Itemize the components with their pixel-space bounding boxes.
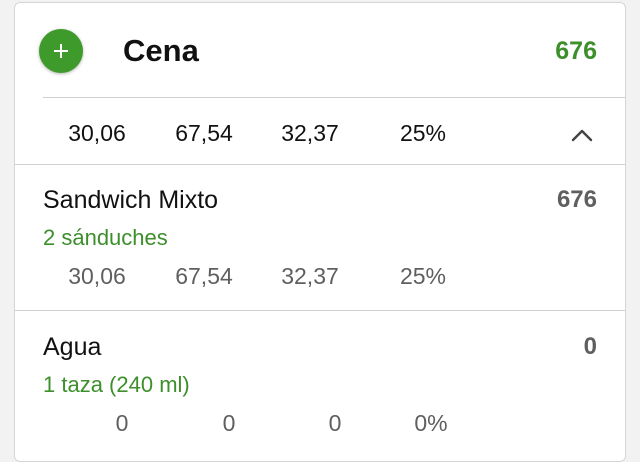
chevron-up-icon [571,129,593,142]
food-item-agua[interactable]: Agua 0 1 taza (240 ml) 0 0 0 0% [15,316,625,461]
food-macro-value: 25% [399,263,447,289]
food-calories: 0 [583,333,597,360]
add-food-button[interactable] [39,29,83,73]
food-calories: 676 [556,186,597,213]
meal-macro-value: 25% [399,120,447,146]
food-serving: 1 taza (240 ml) [43,372,190,397]
meal-macro-value: 67,54 [175,120,233,146]
food-macro-value: 0% [414,410,448,436]
food-macro-value: 30,06 [68,263,126,289]
food-macro-value: 32,37 [281,263,339,289]
meal-total-calories: 676 [555,37,597,65]
divider [15,310,625,311]
meal-macro-summary[interactable]: 30,06 67,54 32,37 25% [15,98,625,164]
food-name: Sandwich Mixto [43,186,219,214]
meal-macro-value: 32,37 [281,120,339,146]
food-macro-value: 0 [222,410,236,436]
meal-title: Cena [123,33,199,68]
food-macro-value: 67,54 [175,263,233,289]
meal-macro-value: 30,06 [68,120,126,146]
collapse-button[interactable] [569,125,595,145]
food-macro-value: 0 [115,410,129,436]
meal-card: Cena 676 30,06 67,54 32,37 25% Sandwich … [14,2,626,462]
meal-header: Cena 676 [15,3,625,97]
food-macro-value: 0 [328,410,342,436]
divider [15,164,625,165]
plus-icon [54,44,68,58]
food-serving: 2 sánduches [43,225,168,250]
food-name: Agua [43,333,102,361]
food-item-sandwich-mixto[interactable]: Sandwich Mixto 676 2 sánduches 30,06 67,… [15,169,625,314]
